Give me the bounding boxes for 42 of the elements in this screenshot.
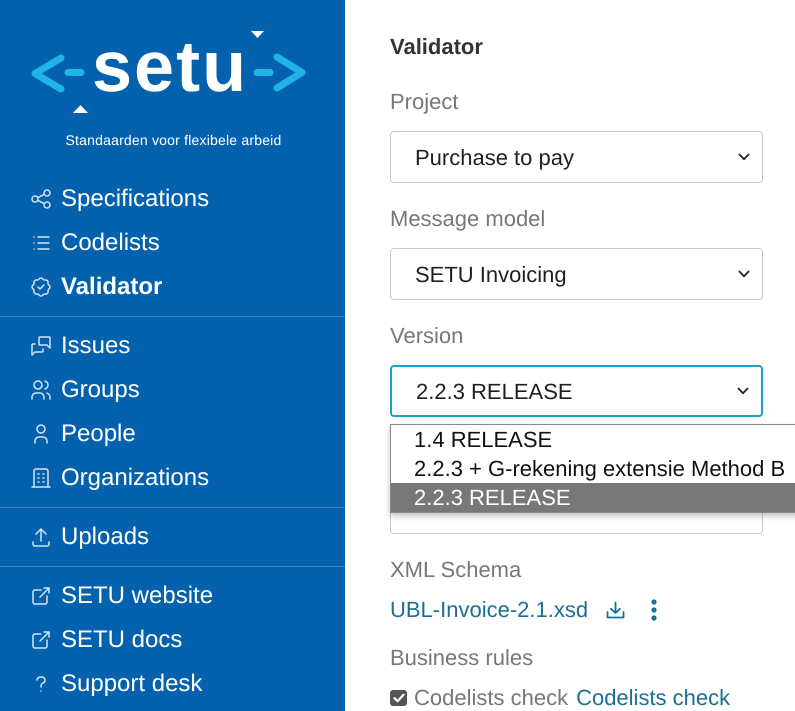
nav-link[interactable]: Issues [0,324,345,368]
left-arrow-icon [30,53,90,115]
building-icon [29,466,53,490]
nav-link[interactable]: Support desk [0,662,345,706]
nav-link[interactable]: Organizations [0,456,345,500]
field-label: Version [390,322,464,350]
dropdown-option[interactable]: 2.2.3 RELEASE [391,483,795,512]
right-arrow-icon [248,31,306,93]
chevron-down-icon [738,270,750,278]
section-label: XML Schema [390,556,522,584]
chevron-down-icon [737,387,749,395]
more-options-button[interactable] [651,599,658,621]
checkbox-label: Codelists check [414,684,568,711]
nav-link[interactable]: Groups [0,368,345,412]
more-vertical-icon [651,599,658,621]
nav-link[interactable]: People [0,412,345,456]
select-field[interactable]: 2.2.3 RELEASE [390,365,763,417]
download-icon [606,601,626,619]
field-label: Message model [390,205,546,233]
users-icon [29,378,53,402]
chevron-down-icon [738,153,750,161]
nav-link[interactable]: SETU docs [0,618,345,662]
logo-tagline: Standaarden voor flexibele arbeid [66,131,282,150]
rule-link[interactable]: Codelists check [576,684,730,711]
select-field[interactable]: Purchase to pay [390,131,763,183]
section-label: Business rules [390,644,534,672]
file-link[interactable]: UBL-Invoice-2.1.xsd [390,595,588,625]
field-label: Project [390,88,458,116]
nav-link[interactable]: Uploads [0,515,345,559]
share-icon [29,187,53,211]
nav-link[interactable]: Validator [0,265,345,309]
nav-link[interactable]: Specifications [0,177,345,221]
chat-bubbles-icon [29,334,53,358]
badge-check-icon [29,275,53,299]
download-button[interactable] [606,601,626,619]
nav-link[interactable]: Codelists [0,221,345,265]
checkbox[interactable] [390,690,407,706]
dropdown-option[interactable]: 1.4 RELEASE [391,425,795,454]
logo-wordmark: setu [92,31,248,103]
nav-link[interactable]: SETU website [0,574,345,618]
page-title: Validator [390,34,483,60]
select-field[interactable]: SETU Invoicing [390,248,763,300]
